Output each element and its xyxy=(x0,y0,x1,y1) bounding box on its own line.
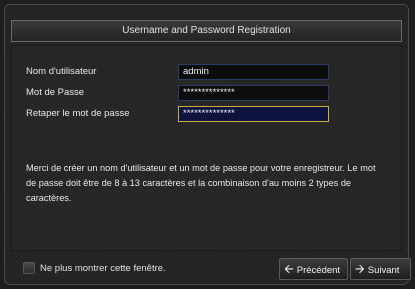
password-field[interactable]: ************** xyxy=(178,85,329,101)
info-message: Merci de créer un nom d'utilisateur et u… xyxy=(26,163,376,203)
next-button-label: Suivant xyxy=(367,265,400,276)
password-row: Mot de Passe ************** xyxy=(26,85,331,103)
confirm-password-label: Retaper le mot de passe xyxy=(26,108,130,119)
username-field[interactable]: admin xyxy=(178,64,329,80)
next-button[interactable]: 🡪 Suivant xyxy=(350,258,411,280)
dialog-title: Username and Password Registration xyxy=(11,20,402,42)
dont-show-again-checkbox[interactable] xyxy=(23,262,35,274)
username-row: Nom d'utilisateur admin xyxy=(26,64,331,82)
previous-button[interactable]: 🡨 Précédent xyxy=(279,258,348,280)
confirm-password-row: Retaper le mot de passe ************** xyxy=(26,106,331,124)
arrow-left-icon: 🡨 xyxy=(284,262,294,276)
password-label: Mot de Passe xyxy=(26,87,85,98)
previous-button-label: Précédent xyxy=(296,265,341,276)
username-label: Nom d'utilisateur xyxy=(26,66,97,77)
arrow-right-icon: 🡪 xyxy=(355,262,365,276)
dont-show-again-label: Ne plus montrer cette fenêtre. xyxy=(40,263,166,274)
confirm-password-field[interactable]: ************** xyxy=(178,106,329,122)
